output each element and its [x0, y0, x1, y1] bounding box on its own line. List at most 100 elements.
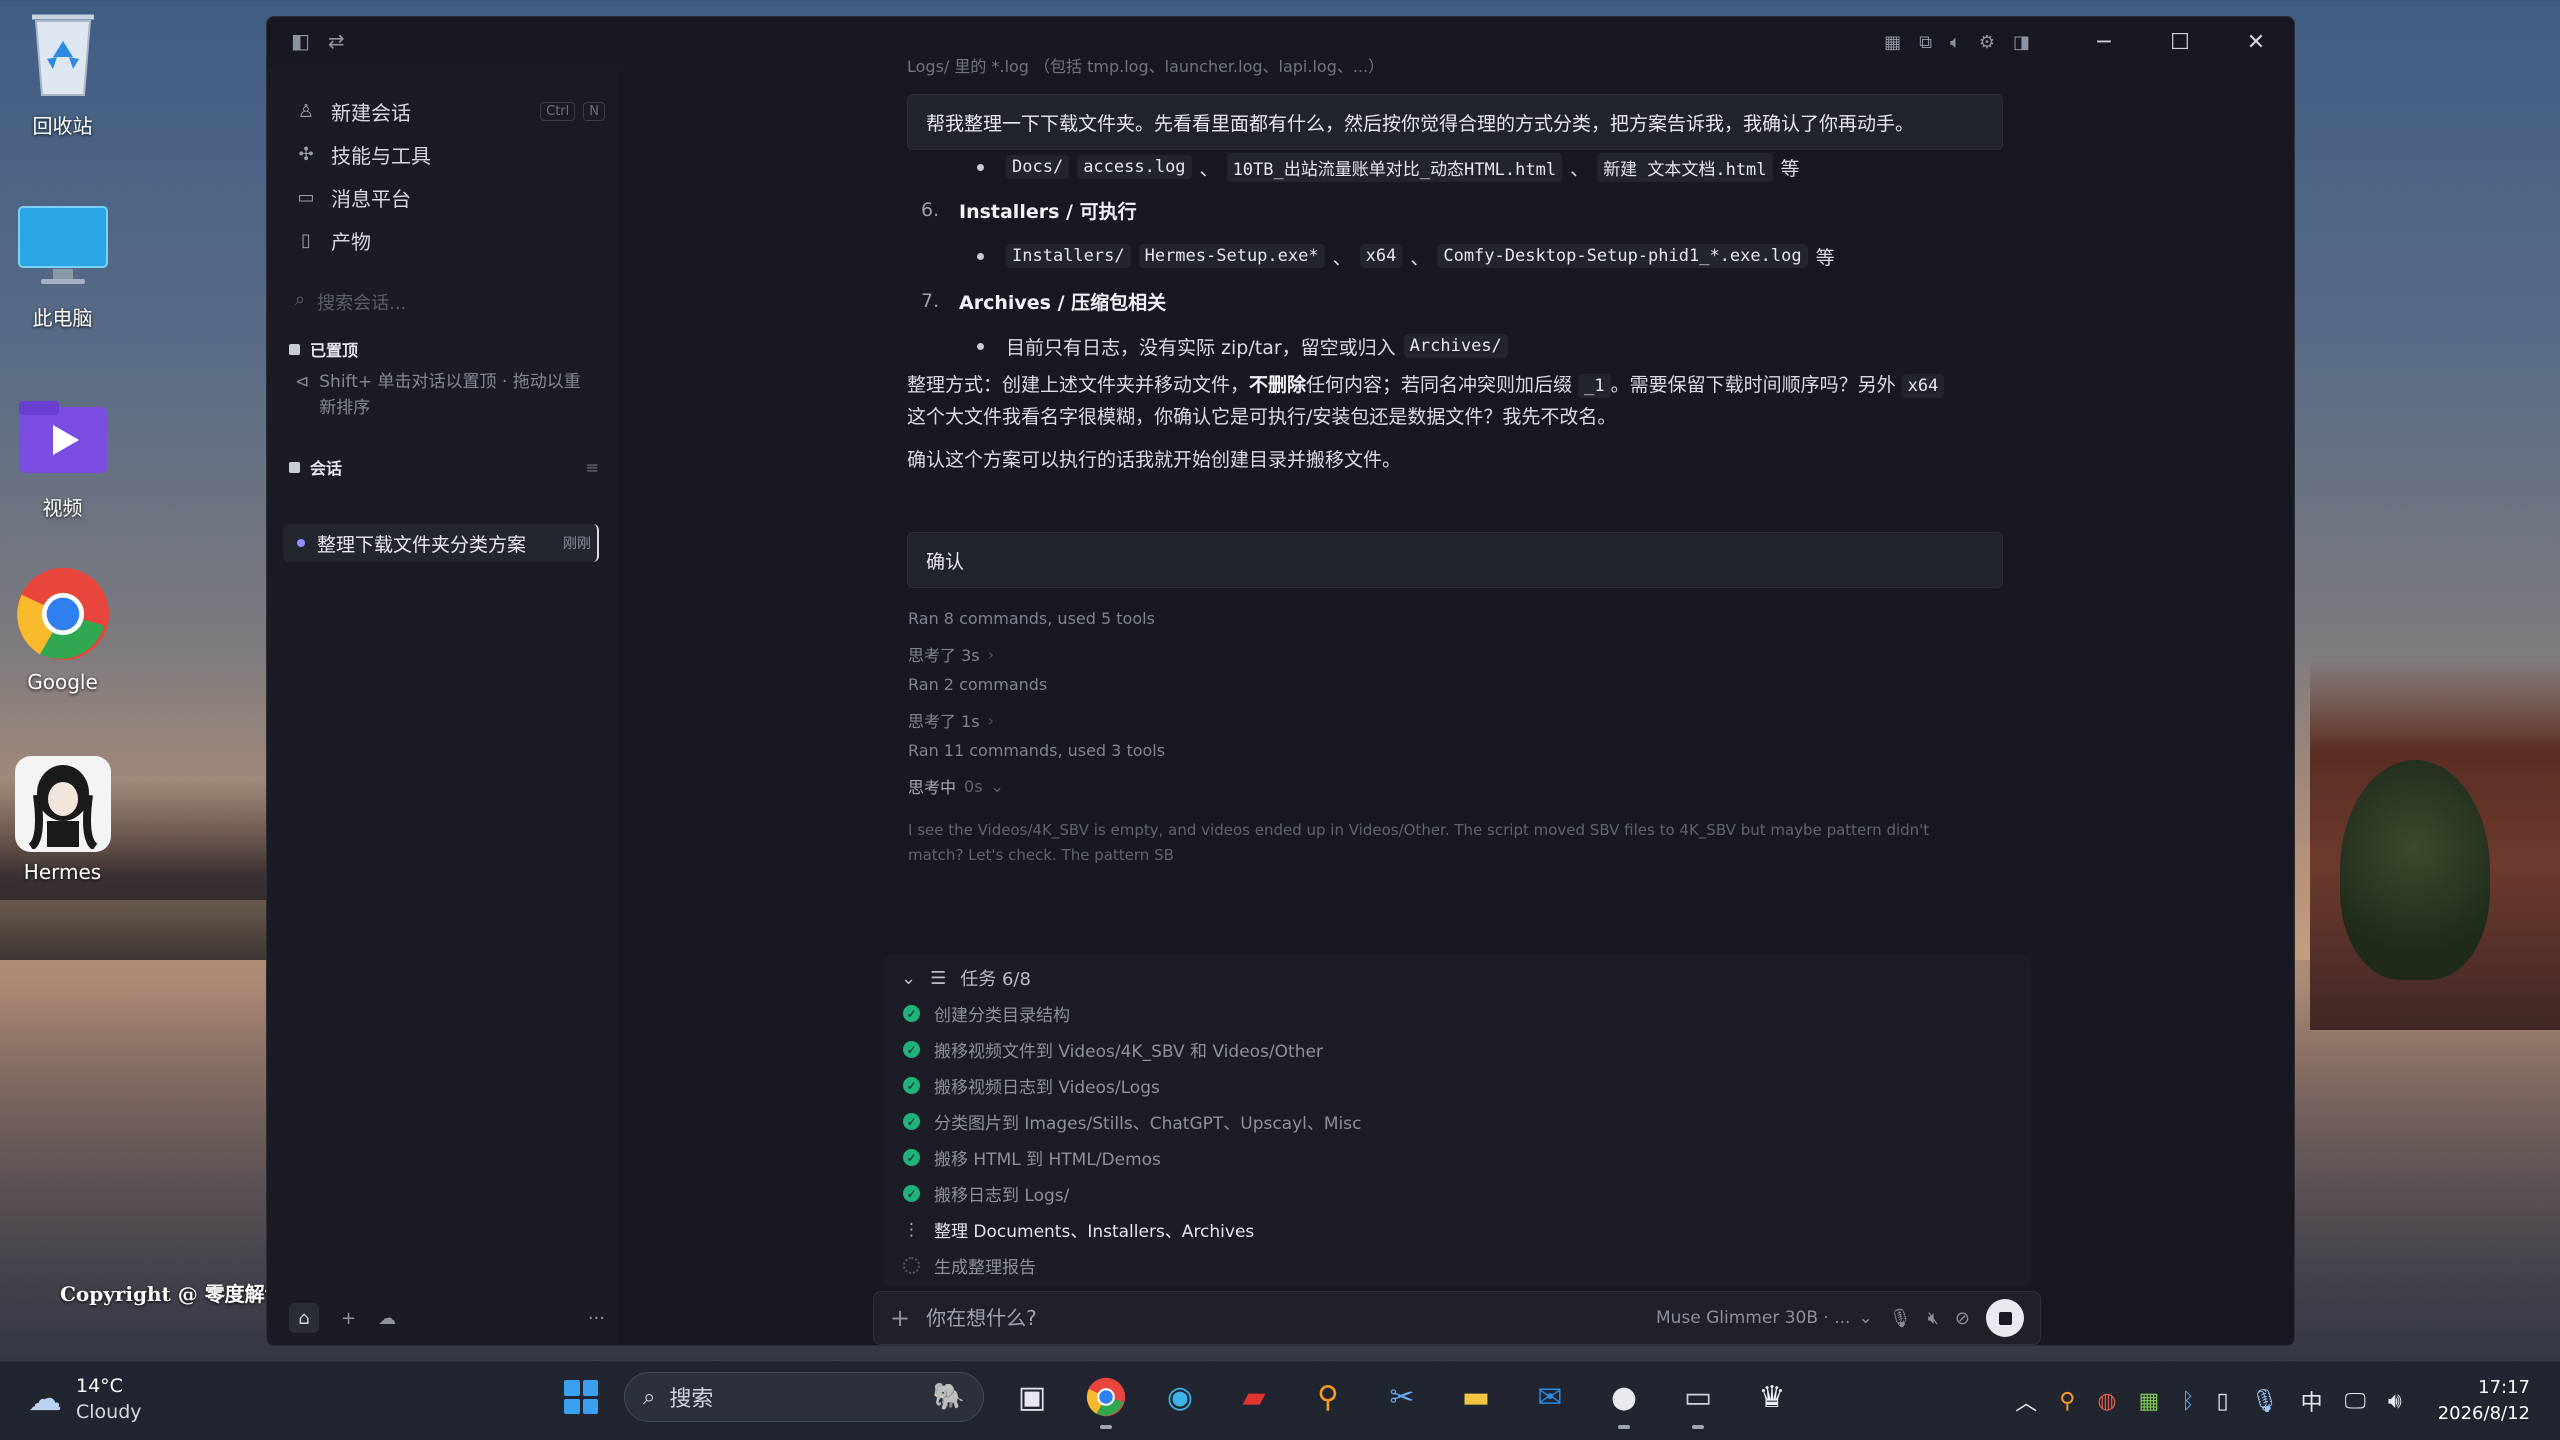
conversation-search[interactable]: ⌕ 搜索会话... — [295, 289, 406, 315]
panel-right-icon[interactable]: ◨ — [2013, 32, 2030, 53]
sidebar-item-messaging[interactable]: ▭ 消息平台 — [295, 181, 605, 213]
desktop-icon-label: 回收站 — [32, 114, 93, 138]
taskbar-search[interactable]: ⌕ 搜索 🐘 — [624, 1372, 984, 1422]
tool-activity-line[interactable]: Ran 8 commands, used 5 tools — [908, 609, 1155, 628]
task-view-icon[interactable]: ▣ — [1006, 1371, 1058, 1423]
check-icon: ✓ — [903, 1005, 920, 1022]
chat-icon: ▭ — [297, 186, 315, 208]
layout-icon[interactable]: ▦ — [1884, 32, 1901, 53]
filter-icon[interactable]: ≡ — [586, 458, 599, 477]
chevron-down-icon: ⌄ — [990, 776, 1004, 796]
desktop-google-chrome[interactable]: Google — [10, 566, 115, 694]
separator: 、 — [1570, 157, 1590, 180]
suffix-text: 等 — [1780, 157, 1800, 180]
hermes-taskbar-icon[interactable]: ♛ — [1746, 1371, 1798, 1423]
sidebar-item-new-chat[interactable]: ♙ 新建会话 Ctrl N — [295, 95, 605, 127]
chevron-right-icon: › — [987, 644, 995, 664]
task-item-in-progress: ⋮ 整理 Documents、Installers、Archives — [903, 1217, 1254, 1243]
conversation-time: 刚刚 — [563, 536, 591, 552]
dark-app-icon[interactable]: ● — [1598, 1371, 1650, 1429]
volume-icon[interactable]: 🔊︎ — [2388, 1389, 2402, 1414]
network-icon[interactable]: 🖵︎ — [2345, 1389, 2366, 1414]
add-icon[interactable]: + — [341, 1308, 356, 1329]
chevron-up-icon[interactable]: ︿ — [2015, 1385, 2037, 1417]
desktop-hermes[interactable]: Hermes — [10, 756, 115, 884]
conversations-heading: 会话 — [310, 459, 343, 478]
desktop-this-pc[interactable]: 此电脑 — [10, 198, 115, 331]
swap-icon[interactable]: ⇄ — [328, 29, 345, 53]
ime-indicator[interactable]: 中 — [2301, 1385, 2323, 1417]
sidebar-item-skills-tools[interactable]: ✣ 技能与工具 — [295, 138, 605, 170]
mute-icon[interactable]: 🔇︎ — [1928, 1308, 1939, 1329]
toggle-sidebar-icon[interactable]: ◧ — [291, 29, 310, 53]
task-list-header[interactable]: ⌄ ☰ 任务 6/8 — [901, 965, 1031, 991]
terminal-icon[interactable]: ▭ — [1672, 1371, 1724, 1429]
active-dot-icon — [297, 539, 305, 547]
task-progress: 任务 6/8 — [960, 969, 1031, 990]
snipping-tool-icon[interactable]: ✂ — [1376, 1371, 1428, 1423]
thinking-line[interactable]: 思考了 3s › — [908, 642, 994, 666]
tool-activity-line[interactable]: Ran 11 commands, used 3 tools — [908, 741, 1165, 760]
weather-widget[interactable]: ☁ 14°C Cloudy — [28, 1373, 142, 1425]
microphone-icon[interactable]: 🎙︎ — [1889, 1308, 1912, 1329]
sidebar-item-artifacts[interactable]: ▯ 产物 — [295, 224, 605, 256]
list-number: 7. — [921, 290, 940, 312]
model-selector[interactable]: Muse Glimmer 30B · ... ⌄ — [1656, 1308, 1873, 1328]
home-icon[interactable]: ⌂ — [289, 1303, 319, 1333]
plus-icon[interactable]: + — [890, 1304, 910, 1332]
vpn-icon[interactable]: ◍ — [2097, 1389, 2116, 1414]
app-tray-icon[interactable]: ▦ — [2139, 1389, 2160, 1414]
weather-condition: Cloudy — [76, 1401, 142, 1423]
microphone-icon[interactable]: 🎙︎ — [2251, 1389, 2279, 1414]
hint-icon: ⊲ — [295, 372, 310, 392]
speaker-icon[interactable]: 🔈︎ — [1950, 32, 1961, 53]
method-text: 整理方式：创建上述文件夹并移动文件， — [907, 374, 1250, 396]
start-button[interactable] — [560, 1376, 602, 1418]
chrome-taskbar-icon[interactable] — [1080, 1371, 1132, 1429]
thinking-text: 思考了 3s — [908, 646, 980, 665]
search-tool-icon[interactable]: ⚲ — [2059, 1389, 2075, 1414]
thinking-text: 思考中 — [908, 778, 957, 797]
message-input[interactable] — [926, 1306, 1640, 1330]
red-app-icon[interactable]: ▰ — [1228, 1371, 1280, 1423]
voice-off-icon[interactable]: ⊘ — [1955, 1308, 1970, 1329]
task-item: ✓ 创建分类目录结构 — [903, 1001, 1070, 1026]
thinking-line[interactable]: 思考了 1s › — [908, 708, 994, 732]
inline-code: x64 — [1359, 244, 1403, 268]
thinking-live-line[interactable]: 思考中 0s ⌄ — [908, 774, 1004, 798]
gear-icon[interactable]: ⚙ — [1979, 32, 1995, 53]
tool-activity-text: Ran 11 commands, used 3 tools — [908, 741, 1166, 760]
chrome-icon — [15, 566, 111, 662]
maximize-button[interactable]: ☐ — [2142, 17, 2218, 67]
archives-text: 目前只有日志，没有实际 zip/tar，留空或归入 — [1006, 336, 1396, 359]
chevron-down-icon: ⌄ — [901, 967, 917, 989]
task-label: 搬移视频文件到 Videos/4K_SBV 和 Videos/Other — [934, 1042, 1323, 1062]
more-icon[interactable]: ··· — [588, 1308, 605, 1329]
clock[interactable]: 17:17 2026/8/12 — [2438, 1375, 2530, 1427]
tool-activity-line[interactable]: Ran 2 commands — [908, 675, 1047, 694]
file-explorer-icon[interactable]: ▬ — [1450, 1371, 1502, 1423]
usb-icon[interactable]: ▯ — [2217, 1389, 2229, 1414]
minimize-button[interactable]: ─ — [2066, 17, 2142, 67]
shortcut-key: Ctrl — [540, 101, 576, 121]
close-button[interactable]: ✕ — [2218, 17, 2294, 67]
magnifier-app-icon[interactable]: ⚲ — [1302, 1371, 1354, 1423]
pinned-heading: 已置顶 — [310, 341, 359, 360]
bluetooth-icon[interactable]: ᛒ — [2181, 1389, 2194, 1414]
suffix-text: 等 — [1815, 246, 1835, 269]
sidebar: ♙ 新建会话 Ctrl N ✣ 技能与工具 ▭ 消息平台 ▯ 产物 ⌕ 搜索会话… — [267, 67, 617, 1345]
task-label: 分类图片到 Images/Stills、ChatGPT、Upscayl、Misc — [934, 1114, 1362, 1134]
edge-icon[interactable]: ◉ — [1154, 1371, 1206, 1423]
shortcut-hint: Ctrl N — [540, 101, 605, 121]
check-icon: ✓ — [903, 1077, 920, 1094]
inline-code: 新建 文本文档.html — [1597, 152, 1773, 182]
inline-code: Docs/ — [1006, 155, 1070, 179]
cast-icon[interactable]: ⧉ — [1919, 32, 1932, 53]
desktop-recycle-bin[interactable]: 回收站 — [10, 6, 115, 139]
hermes-app-window: ◧ ⇄ ▦ ⧉ 🔈︎ ⚙ ◨ ─ ☐ ✕ ♙ 新建会话 Ctrl N ✣ 技能与… — [266, 16, 2295, 1346]
stop-button[interactable] — [1986, 1299, 2024, 1337]
desktop-videos[interactable]: 视频 — [10, 388, 115, 521]
cloud-icon[interactable]: ☁ — [378, 1308, 396, 1329]
conversation-item-active[interactable]: 整理下载文件夹分类方案 刚刚 — [283, 524, 599, 562]
outlook-icon[interactable]: ✉ — [1524, 1371, 1576, 1423]
